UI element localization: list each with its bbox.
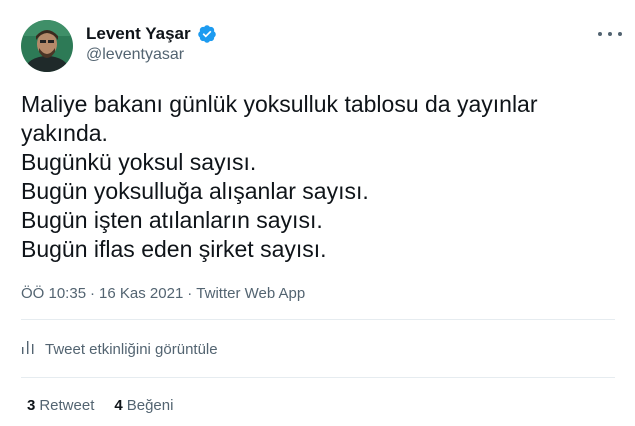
likes-count: 4 (114, 397, 123, 414)
tweet-line: Bugün işten atılanların sayısı. (21, 207, 323, 233)
user-handle[interactable]: @leventyasar (86, 46, 184, 64)
tweet-card: Levent Yaşar @leventyasar Maliye bakanı … (0, 0, 635, 426)
name-row: Levent Yaşar (86, 24, 217, 44)
retweets-stat[interactable]: 3 Retweet (27, 397, 94, 414)
tweet-source[interactable]: Twitter Web App (196, 285, 305, 302)
display-name[interactable]: Levent Yaşar (86, 24, 191, 44)
tweet-text: Maliye bakanı günlük yoksulluk tablosu d… (21, 90, 611, 264)
tweet-date[interactable]: 16 Kas 2021 (99, 285, 183, 302)
divider (21, 319, 615, 320)
tweet-line: Bugün yoksulluğa alışanlar sayısı. (21, 178, 369, 204)
likes-stat[interactable]: 4 Beğeni (114, 397, 173, 414)
retweets-label: Retweet (39, 397, 95, 414)
tweet-meta: ÖÖ 10:35 · 16 Kas 2021 · Twitter Web App (21, 285, 305, 302)
tweet-time[interactable]: ÖÖ 10:35 (21, 285, 86, 302)
tweet-line: yakında. (21, 120, 108, 146)
verified-badge-icon (197, 24, 217, 44)
tweet-line: Maliye bakanı günlük yoksulluk tablosu d… (21, 91, 538, 117)
tweet-line: Bugün iflas eden şirket sayısı. (21, 236, 327, 262)
view-tweet-analytics-button[interactable]: Tweet etkinliğini görüntüle (21, 339, 218, 359)
avatar[interactable] (21, 20, 73, 72)
retweets-count: 3 (27, 397, 36, 414)
tweet-stats: 3 Retweet 4 Beğeni (27, 397, 173, 414)
analytics-label: Tweet etkinliğini görüntüle (45, 340, 218, 358)
more-icon[interactable] (598, 26, 622, 42)
meta-separator: · (187, 285, 193, 302)
tweet-line: Bugünkü yoksul sayısı. (21, 149, 257, 175)
likes-label: Beğeni (126, 397, 174, 414)
divider (21, 377, 615, 378)
analytics-icon (21, 339, 37, 359)
meta-separator: · (90, 285, 96, 302)
